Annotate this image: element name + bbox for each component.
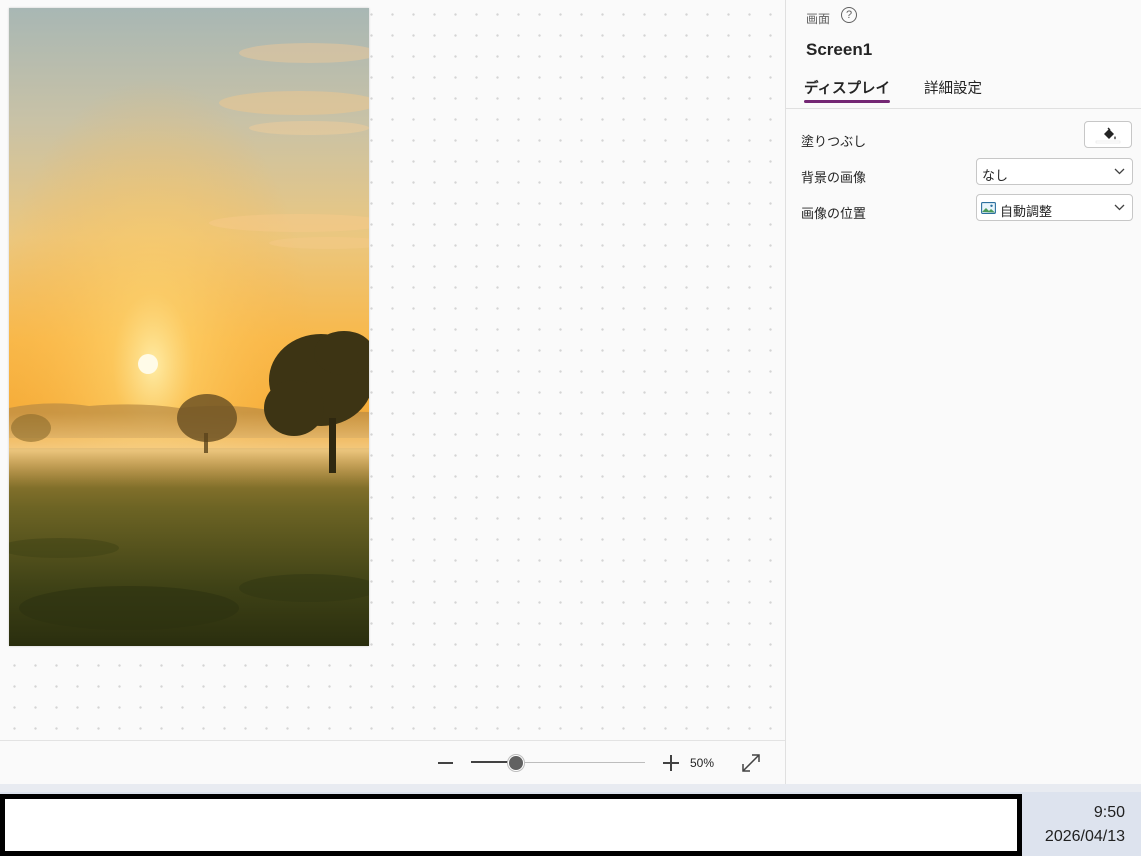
chevron-down-icon — [1114, 168, 1125, 175]
clock-time[interactable]: 9:50 — [1094, 804, 1125, 822]
panel-kind-label: 画面 — [806, 12, 831, 26]
image-icon — [981, 202, 996, 214]
fit-to-window-icon[interactable] — [740, 752, 762, 774]
tab-divider — [786, 108, 1141, 109]
zoom-slider-thumb[interactable] — [507, 755, 524, 771]
tab-display[interactable]: ディスプレイ — [804, 77, 890, 105]
screen-name-title: Screen1 — [806, 40, 873, 59]
image-position-value: 自動調整 — [1000, 205, 1053, 220]
zoom-level-label: 50% — [690, 756, 715, 770]
background-image-label: 背景の画像 — [801, 171, 867, 186]
zoom-in-icon[interactable] — [661, 751, 681, 775]
background-image-dropdown[interactable]: なし — [976, 158, 1133, 185]
fill-color-button[interactable] — [1084, 121, 1132, 148]
image-position-label: 画像の位置 — [801, 207, 867, 222]
properties-panel: 画面 ? Screen1 ディスプレイ 詳細設定 塗りつぶし 背景の画像 なし … — [785, 0, 1141, 784]
background-image-value: なし — [982, 169, 1009, 184]
paint-bucket-icon — [1095, 127, 1121, 144]
screen-preview[interactable] — [9, 8, 369, 646]
clock-date[interactable]: 2026/04/13 — [1045, 828, 1125, 846]
taskbar-top-stripe — [0, 784, 1141, 792]
zoom-slider[interactable] — [471, 755, 645, 771]
image-position-dropdown[interactable]: 自動調整 — [976, 194, 1133, 221]
zoom-bar: 50% — [0, 740, 785, 785]
zoom-out-icon[interactable] — [436, 751, 456, 775]
taskbar-search-box[interactable] — [0, 794, 1022, 856]
question-circle-icon[interactable]: ? — [841, 7, 857, 23]
design-canvas[interactable] — [0, 0, 785, 740]
fill-label: 塗りつぶし — [801, 135, 867, 150]
tab-advanced[interactable]: 詳細設定 — [924, 77, 982, 105]
taskbar: 9:50 2026/04/13 — [0, 784, 1141, 856]
chevron-down-icon — [1114, 204, 1125, 211]
sunrise-meadow-image — [9, 8, 369, 646]
